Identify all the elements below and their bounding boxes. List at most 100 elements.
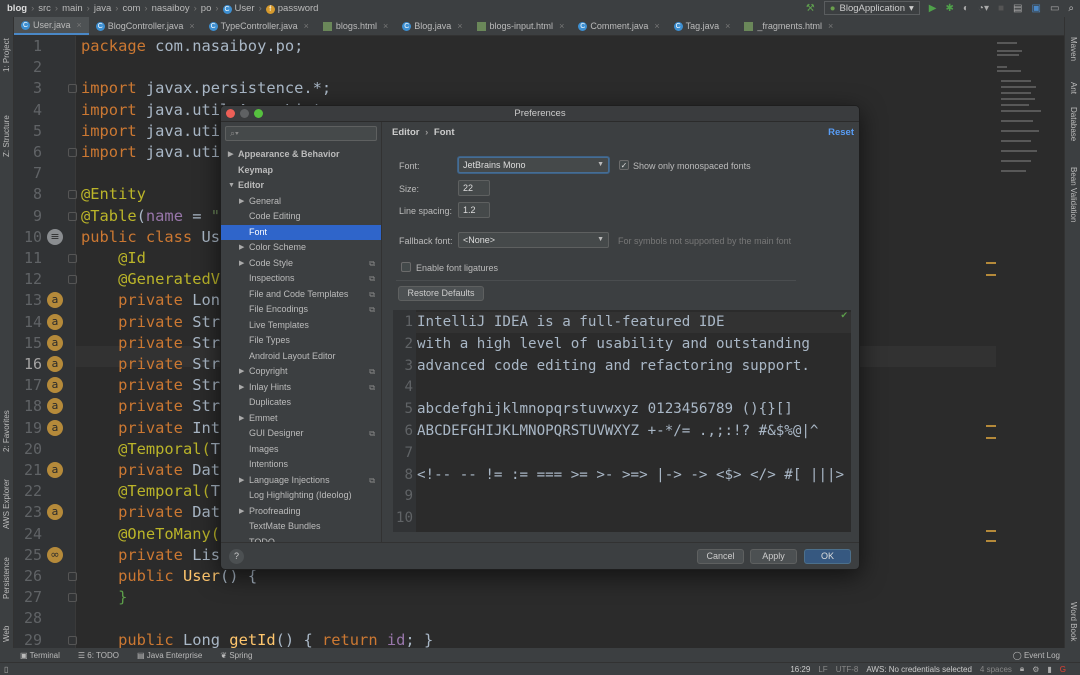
coverage-icon[interactable]: ◐ [963,3,969,14]
close-tab-icon[interactable]: × [189,21,194,31]
tab-comment-java[interactable]: C Comment.java × [571,17,666,35]
fold-marker[interactable] [68,593,77,603]
lock-icon[interactable]: 🔒︎ [1020,664,1024,674]
tab-tag-java[interactable]: C Tag.java × [667,17,738,35]
field-access-icon[interactable]: a [47,462,63,478]
settings-item-appearance-behavior[interactable]: ▶ Appearance & Behavior [221,147,381,163]
error-stripe-marker[interactable] [986,437,996,439]
relation-icon[interactable]: ∞ [47,546,63,563]
fold-marker[interactable] [68,84,77,94]
error-stripe-marker[interactable] [986,274,996,276]
field-access-icon[interactable]: a [47,313,63,330]
close-tab-icon[interactable]: × [457,21,462,31]
tool-terminal[interactable]: ▣ Terminal [20,651,60,660]
close-tab-icon[interactable]: × [654,21,659,31]
settings-item-proofreading[interactable]: ▶ Proofreading [221,504,381,520]
settings-item-inlay-hints[interactable]: ▶ Inlay Hints ⧉ [221,380,381,396]
tab-blogs-html[interactable]: blogs.html × [316,17,395,35]
collapsed-arrow-icon[interactable]: ▶ [239,364,244,380]
close-window-button[interactable] [226,109,235,118]
database-table-icon[interactable]: ≡ [47,228,63,245]
settings-item-file-encodings[interactable]: File Encodings ⧉ [221,302,381,318]
tool-java-enterprise[interactable]: ▤ Java Enterprise [137,651,202,660]
tab-blogcontroller-java[interactable]: C BlogController.java × [89,17,202,35]
fold-marker[interactable] [68,211,77,221]
debug-icon[interactable]: ✱ [945,3,953,14]
line-spacing-input[interactable]: 1.2 [458,202,490,218]
settings-item-editor[interactable]: ▼ Editor [221,178,381,194]
monospaced-only-checkbox[interactable]: ✓ [619,160,629,170]
caret-position[interactable]: 16:29 [790,665,810,674]
field-access-icon[interactable]: a [47,419,63,436]
close-tab-icon[interactable]: × [77,20,82,30]
line-separator[interactable]: LF [818,665,827,674]
settings-item-duplicates[interactable]: Duplicates [221,395,381,411]
settings-item-copyright[interactable]: ▶ Copyright ⧉ [221,364,381,380]
tab-user-java[interactable]: C User.java × [14,17,89,35]
settings-item-emmet[interactable]: ▶ Emmet [221,411,381,427]
collapsed-arrow-icon[interactable]: ▶ [239,473,244,489]
memory-icon[interactable]: ▮ [1047,665,1051,674]
fold-marker[interactable] [68,190,77,200]
error-stripe-marker[interactable] [986,530,996,532]
fallback-font-select[interactable]: <None> ▼ [458,232,609,248]
tool-project[interactable]: 1: Project [2,38,11,72]
aws-credentials[interactable]: AWS: No credentials selected [866,665,972,674]
settings-item-language-injections[interactable]: ▶ Language Injections ⧉ [221,473,381,489]
settings-item-textmate-bundles[interactable]: TextMate Bundles [221,519,381,535]
font-preview[interactable]: ✔ 1 IntelliJ IDEA is a full-featured IDE 2… [393,310,851,532]
breadcrumb-item[interactable]: f password [265,3,318,14]
error-stripe-marker[interactable] [986,425,996,427]
ok-button[interactable]: OK [804,549,851,564]
tool-persistence[interactable]: Persistence [2,557,11,599]
breadcrumb-item[interactable]: src [38,3,51,14]
tool-database[interactable]: Database [1069,107,1078,141]
stop-icon[interactable]: ■ [998,3,1004,14]
profile-icon[interactable]: ◔▾ [978,3,989,14]
restore-defaults-button[interactable]: Restore Defaults [398,286,484,301]
run-icon[interactable]: ▶ [929,3,937,14]
tool-web[interactable]: Web [2,626,11,642]
breadcrumb-item[interactable]: main [62,3,83,14]
collapsed-arrow-icon[interactable]: ▶ [239,256,244,272]
close-tab-icon[interactable]: × [828,21,833,31]
settings-item-keymap[interactable]: Keymap [221,163,381,179]
build-hammer-icon[interactable]: ⚒ [806,3,815,14]
help-button[interactable]: ? [229,549,244,564]
settings-item-todo[interactable]: TODO [221,535,381,543]
terminal-icon[interactable]: ▭ [1050,3,1059,14]
settings-item-intentions[interactable]: Intentions [221,457,381,473]
field-access-icon[interactable]: a [47,356,63,372]
breadcrumb-item[interactable]: nasaiboy [152,3,190,14]
tool-spring[interactable]: ❦ Spring [220,651,252,660]
tab--fragments-html[interactable]: _fragments.html × [737,17,840,35]
reset-link[interactable]: Reset [828,127,854,138]
settings-item-android-layout-editor[interactable]: Android Layout Editor [221,349,381,365]
settings-item-code-editing[interactable]: Code Editing [221,209,381,225]
settings-item-images[interactable]: Images [221,442,381,458]
tool-word-book[interactable]: Word Book [1069,602,1078,641]
settings-search-input[interactable]: ⌕▾ [225,126,377,141]
run-configuration-select[interactable]: ● BlogApplication ▾ [823,1,920,15]
translate-icon[interactable]: ▣ [1031,3,1040,14]
settings-item-file-and-code-templates[interactable]: File and Code Templates ⧉ [221,287,381,303]
google-icon[interactable]: G [1060,665,1066,674]
collapsed-arrow-icon[interactable]: ▶ [239,194,244,210]
file-encoding[interactable]: UTF-8 [836,665,859,674]
font-select[interactable]: JetBrains Mono ▼ [458,157,609,173]
breadcrumb-item[interactable]: blog [7,3,27,14]
close-tab-icon[interactable]: × [304,21,309,31]
project-structure-icon[interactable]: ▤ [1013,3,1022,14]
collapsed-arrow-icon[interactable]: ▶ [239,240,244,256]
close-tab-icon[interactable]: × [559,21,564,31]
fold-marker[interactable] [68,635,77,645]
fold-marker[interactable] [68,275,77,285]
fold-marker[interactable] [68,572,77,581]
fold-marker[interactable] [68,148,77,157]
settings-item-inspections[interactable]: Inspections ⧉ [221,271,381,287]
close-tab-icon[interactable]: × [383,21,388,31]
tab-typecontroller-java[interactable]: C TypeController.java × [202,17,316,35]
settings-item-gui-designer[interactable]: GUI Designer ⧉ [221,426,381,442]
tool-favorites[interactable]: 2: Favorites [2,410,11,452]
error-stripe-marker[interactable] [986,262,996,264]
